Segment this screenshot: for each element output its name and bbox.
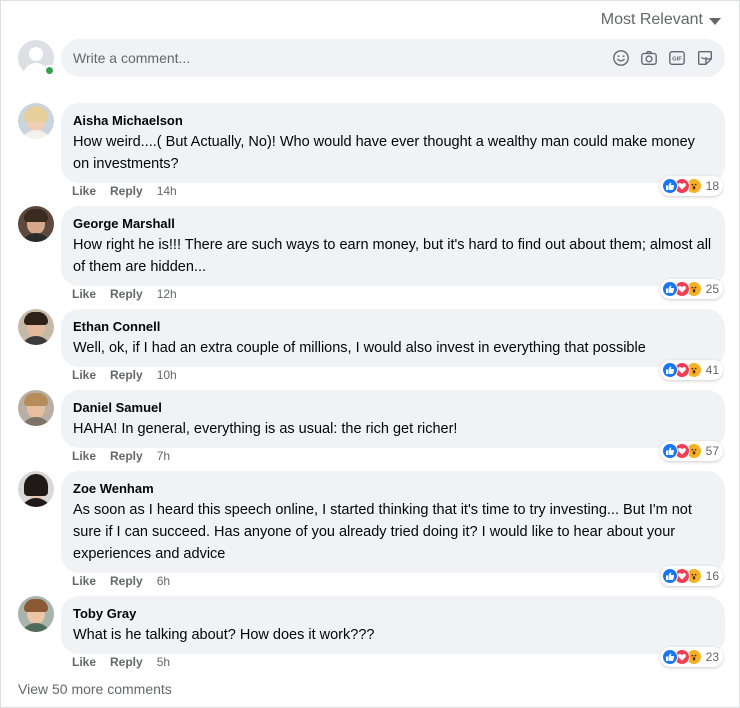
reaction-count: 16 [705,569,719,583]
reply-link[interactable]: Reply [110,184,143,198]
avatar[interactable] [18,596,54,632]
comment-input-wrapper: GIF [61,39,725,77]
like-link[interactable]: Like [72,574,96,588]
comment-author[interactable]: George Marshall [73,215,713,233]
comment-actions: Like Reply 14h [72,184,177,198]
view-more-comments-link[interactable]: View 50 more comments [18,681,172,697]
like-reaction-icon [661,281,678,297]
comment-actions: Like Reply 6h [72,574,170,588]
comment-bubble: Zoe Wenham As soon as I heard this speec… [61,471,725,573]
reply-link[interactable]: Reply [110,287,143,301]
avatar[interactable] [18,206,54,242]
reply-link[interactable]: Reply [110,574,143,588]
comment-author[interactable]: Aisha Michaelson [73,112,713,130]
comment-author[interactable]: Daniel Samuel [73,399,713,417]
comment-text: Well, ok, if I had an extra couple of mi… [73,340,646,356]
comment-bubble: George Marshall How right he is!!! There… [61,206,725,286]
gif-icon[interactable]: GIF [667,48,687,68]
reactions-summary[interactable]: 25 [659,279,723,299]
reaction-count: 23 [705,650,719,664]
comment-bubble: Daniel Samuel HAHA! In general, everythi… [61,390,725,448]
sort-label: Most Relevant [600,11,703,28]
camera-icon[interactable] [639,48,659,68]
comment-text: How weird....( But Actually, No)! Who wo… [73,134,695,172]
avatar[interactable] [18,390,54,426]
reaction-count: 25 [705,282,719,296]
comment-bubble: Ethan Connell Well, ok, if I had an extr… [61,309,725,367]
like-reaction-icon [661,649,678,665]
comment-actions: Like Reply 7h [72,449,170,463]
comment-actions: Like Reply 12h [72,287,177,301]
sort-dropdown[interactable]: Most Relevant [601,11,721,29]
comment-input[interactable] [61,39,611,77]
like-reaction-icon [661,443,678,459]
comment-composer: GIF [17,39,725,77]
reply-link[interactable]: Reply [110,449,143,463]
comment-author[interactable]: Ethan Connell [73,318,713,336]
comment-timestamp[interactable]: 12h [157,287,177,301]
caret-down-icon [709,17,721,25]
smiley-icon[interactable] [611,48,631,68]
comment-actions: Like Reply 10h [72,368,177,382]
like-link[interactable]: Like [72,184,96,198]
comment-bubble: Aisha Michaelson How weird....( But Actu… [61,103,725,183]
avatar[interactable] [18,103,54,139]
reactions-summary[interactable]: 57 [659,441,723,461]
reactions-summary[interactable]: 16 [659,566,723,586]
comment-text: What is he talking about? How does it wo… [73,627,375,643]
avatar[interactable] [18,471,54,507]
reactions-summary[interactable]: 23 [659,647,723,667]
comment-timestamp[interactable]: 6h [157,574,170,588]
sticker-icon[interactable] [695,48,715,68]
avatar[interactable] [18,309,54,345]
comment-bubble: Toby Gray What is he talking about? How … [61,596,725,654]
comment-text: How right he is!!! There are such ways t… [73,237,712,275]
comment-timestamp[interactable]: 5h [157,655,170,669]
like-reaction-icon [661,362,678,378]
like-link[interactable]: Like [72,287,96,301]
like-reaction-icon [661,178,678,194]
comment-timestamp[interactable]: 10h [157,368,177,382]
comment-text: As soon as I heard this speech online, I… [73,502,692,562]
reaction-count: 57 [705,444,719,458]
reaction-count: 18 [705,179,719,193]
reaction-count: 41 [705,363,719,377]
comment-author[interactable]: Zoe Wenham [73,480,713,498]
reactions-summary[interactable]: 18 [659,176,723,196]
like-link[interactable]: Like [72,449,96,463]
reply-link[interactable]: Reply [110,655,143,669]
like-link[interactable]: Like [72,368,96,382]
online-status-icon [44,65,55,76]
svg-text:GIF: GIF [672,57,682,63]
comment-author[interactable]: Toby Gray [73,605,713,623]
comment-timestamp[interactable]: 7h [157,449,170,463]
reactions-summary[interactable]: 41 [659,360,723,380]
reply-link[interactable]: Reply [110,368,143,382]
comment-text: HAHA! In general, everything is as usual… [73,421,458,437]
like-reaction-icon [661,568,678,584]
comments-panel: Most Relevant GIF [0,0,740,708]
comment-timestamp[interactable]: 14h [157,184,177,198]
like-link[interactable]: Like [72,655,96,669]
comment-actions: Like Reply 5h [72,655,170,669]
